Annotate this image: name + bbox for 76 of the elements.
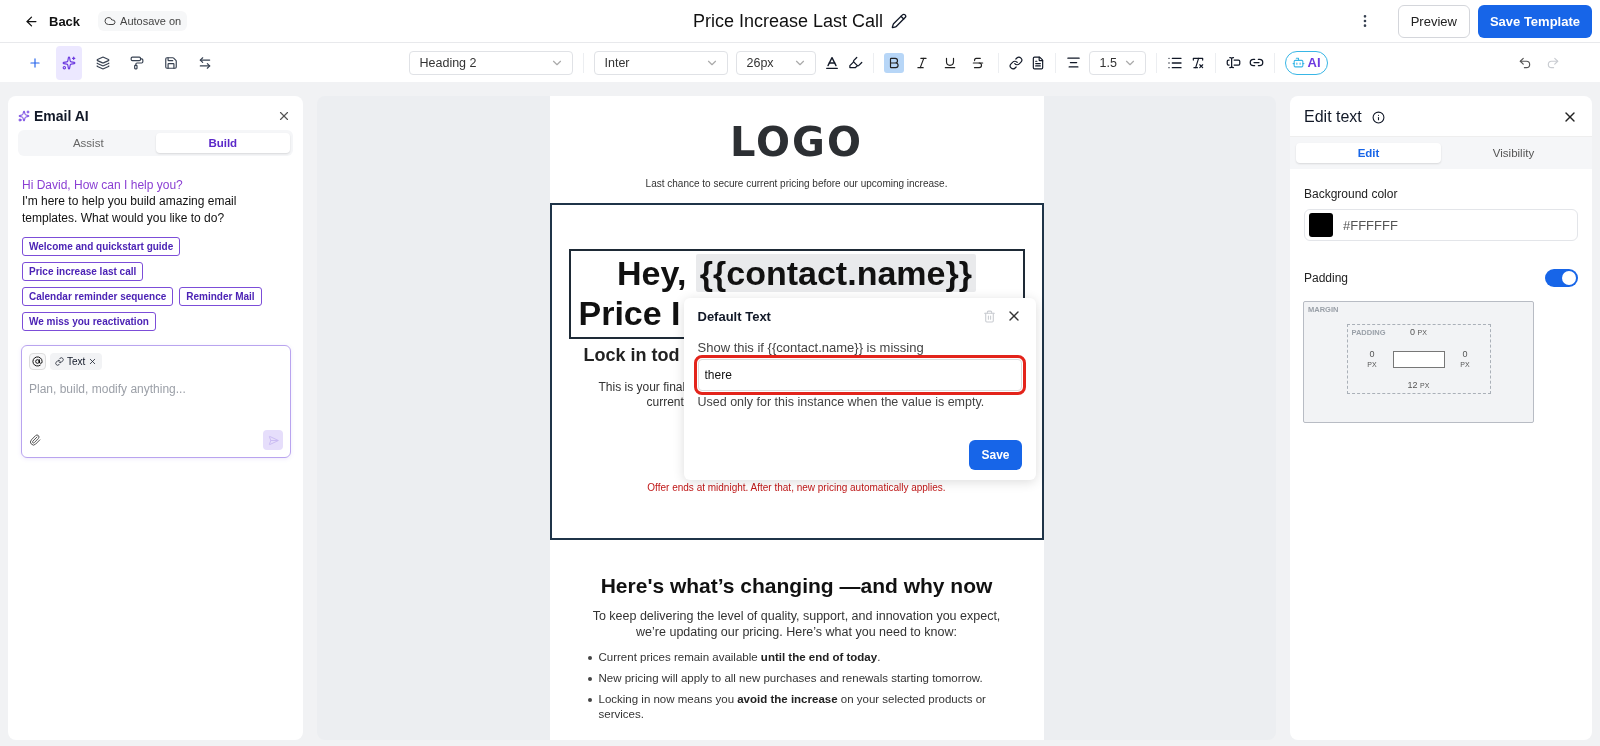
undo-icon[interactable] [1518,55,1532,70]
body-text: current [646,395,684,410]
font-size-select[interactable]: 26px [735,50,816,75]
align-center-icon[interactable] [1065,55,1081,70]
heading-line: Price I [578,293,681,333]
color-field[interactable]: #FFFFFF [1304,209,1578,241]
text-color-icon[interactable] [823,54,840,71]
greeting-text: Hi David, How can I help you? [22,178,184,192]
send-icon [267,434,279,446]
paperclip-icon[interactable] [29,434,41,446]
save-button[interactable]: Save [969,440,1022,470]
content-box [1392,350,1445,368]
field-label: Show this if {{contact.name}} is missing [697,340,925,355]
notice-text: Offer ends at midnight. After that, new pricing automatically applies. [646,482,947,493]
bullet-text: Current prices remain available until the end of today. [598,650,881,665]
popover-title: Default Text [697,308,771,324]
ai-button[interactable]: AI [1284,50,1328,75]
context-chip[interactable]: Text [50,353,103,370]
font-select[interactable]: Inter [593,50,728,75]
panel-tab[interactable]: Visibility [1441,143,1586,163]
section-paragraph: To keep delivering the level of quality, support, and innovation you expect, we’re updating our pricing. Here’s what you need to know: [591,608,1002,640]
arrow-left-icon [24,13,39,29]
preview-button[interactable]: Preview [1397,4,1470,38]
suggestion-chip[interactable]: Calendar reminder sequence [22,287,174,306]
field-label: Background color [1304,187,1399,201]
subheading-text: Lock in tod [583,345,680,366]
robot-icon [1291,56,1305,69]
panel-title: Edit text [1304,108,1362,126]
bullet-text: New pricing will apply to all new purchases and renewals starting tomorrow. [598,671,983,686]
mode-tab[interactable]: Assist [21,133,156,153]
mode-tab[interactable]: Build [155,133,290,153]
color-swatch[interactable] [1309,213,1333,237]
clear-formatting-icon[interactable] [1190,55,1205,70]
close-icon[interactable] [277,109,291,123]
prompt-input[interactable]: Plan, build, modify anything... [29,382,283,396]
bullet-text: Locking in now means you avoid the increase on your selected products or services. [598,692,987,722]
preheader-text: Last chance to secure current pricing before our upcoming increase. [645,178,948,189]
info-icon[interactable] [1371,110,1385,124]
section-heading: Here's what’s changing —and why now [600,574,993,598]
bullet-icon [587,656,592,660]
cloud-icon [104,15,117,27]
link-icon [55,357,64,366]
link-icon[interactable] [1008,55,1023,70]
bullet-icon [587,677,592,681]
template-title: Price Increase Last Call [692,10,884,32]
mention-button[interactable] [29,353,46,370]
block-style-select[interactable]: Heading 2 [408,50,573,75]
at-sign-icon [32,356,43,367]
intro-text: I'm here to help you build amazing email templates. What would you like to do? [22,193,238,227]
sparkles-icon[interactable] [56,45,82,80]
field-label: Padding [1304,271,1349,285]
pencil-icon[interactable] [891,13,908,29]
highlighter-icon[interactable] [847,55,863,70]
panel-tab[interactable]: Edit [1296,143,1441,163]
padding-toggle[interactable] [1545,269,1578,287]
panel-title: Email AI [18,108,89,124]
field-hint: Used only for this instance when the value is empty. [697,395,986,409]
suggestion-chip[interactable]: We miss you reactivation [22,312,156,331]
body-text: This is your final [598,380,686,395]
suggestion-chip[interactable]: Price increase last call [22,262,144,281]
logo: LOGO [730,122,863,162]
suggestion-chip[interactable]: Welcome and quickstart guide [22,237,181,256]
remove-icon[interactable] [88,357,98,366]
document-icon[interactable] [1030,55,1045,70]
suggestion-chip[interactable]: Reminder Mail [179,287,262,306]
line-height-select[interactable]: 1.5 [1088,50,1146,75]
autosave-status: Autosave on [98,11,188,31]
italic-icon [914,55,929,70]
bullet-icon [587,698,592,702]
back-button[interactable]: Back [20,9,85,33]
underline-icon [942,55,957,70]
bold-button[interactable] [883,52,904,73]
text-cursor-icon[interactable] [1225,55,1241,70]
strikethrough-icon [970,55,985,70]
save-template-button[interactable]: Save Template [1477,4,1592,38]
sparkles-icon [18,110,30,122]
